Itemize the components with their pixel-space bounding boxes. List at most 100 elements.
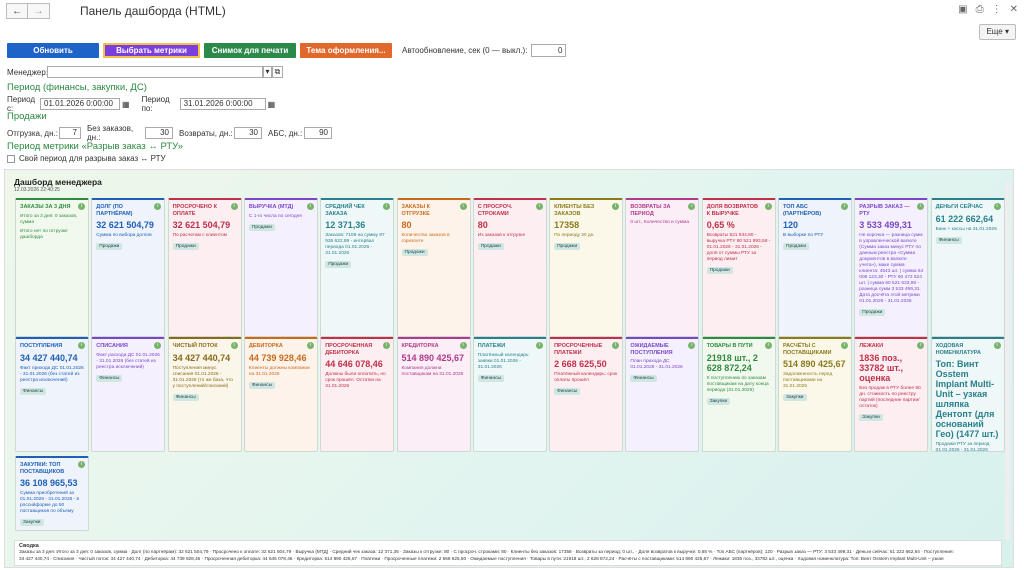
period-to-label: Период по: [141, 95, 170, 113]
info-icon[interactable]: i [459, 342, 467, 349]
metric-card[interactable]: i Просроченные платежи 2 668 625,50 Платёжн… [549, 337, 624, 452]
card-tag: Финансы [172, 393, 199, 401]
summary-line: 34 427 440,74 · Списания · Чистый поток:… [19, 555, 944, 561]
returns-input[interactable]: 30 [234, 127, 262, 139]
metric-card[interactable]: i Заказы за 3 дня Итого за 3 дня: 0 заказо… [15, 198, 89, 337]
metric-card[interactable]: i Выручка (МТД) С 1-го числа по сегодня Про… [243, 198, 318, 337]
info-icon[interactable]: i [459, 203, 467, 210]
card-value: 80 [401, 220, 412, 230]
info-icon[interactable]: i [841, 342, 848, 349]
metric-card[interactable]: i Просрочено к оплате 32 621 504,79 По расч… [167, 198, 242, 337]
metric-card[interactable]: i Доля возвратов к выручке 0,65 % Возвраты … [701, 198, 776, 337]
metric-card[interactable]: i Расчёты с поставщиками 514 890 425,67 Зад… [778, 337, 852, 452]
metric-card[interactable]: i Просроченная дебиторка 44 646 078,46 Долж… [320, 337, 395, 452]
card-desc: Продажи РТУ за период 01.01.2026 - 31.01… [935, 442, 990, 452]
metric-card[interactable]: i Закупки: топ поставщиков 36 108 965,53 Су… [15, 456, 89, 531]
card-title: Возвраты за период [630, 204, 671, 217]
metric-card[interactable]: i Средний чек заказа 12 371,36 Заказов: 710… [320, 198, 395, 337]
close-icon[interactable]: ✕ [1010, 4, 1018, 15]
back-button[interactable]: ← [6, 3, 28, 19]
info-icon[interactable]: i [764, 203, 772, 210]
info-icon[interactable]: i [993, 203, 1001, 210]
theme-button[interactable]: Тема оформления... [300, 43, 392, 58]
select-metrics-button[interactable]: Выбрать метрики [103, 43, 200, 58]
metric-card[interactable]: i Дебиторка 44 739 928,46 Клиенты должны ко… [243, 337, 318, 452]
info-icon[interactable]: i [306, 203, 314, 210]
card-title: Лежаки [859, 343, 884, 349]
card-title: Долг (по партнёрам) [96, 204, 133, 217]
info-icon[interactable]: i [78, 203, 85, 210]
info-icon[interactable]: i [230, 203, 238, 210]
snapshot-button[interactable]: Снимок для печати [204, 43, 296, 58]
card-value: 61 222 662,64 [935, 213, 994, 224]
abc-input[interactable]: 90 [304, 127, 332, 139]
card-desc: К поступлению по заказам поставщикам на … [706, 375, 769, 393]
card-desc: Компания должна поставщикам на 31.01.202… [401, 365, 464, 377]
card-desc: Платёжный календарь: заявки 01.01.2026 -… [477, 352, 530, 370]
shipment-input[interactable]: 7 [59, 127, 81, 139]
save-icon[interactable]: ▣ [958, 4, 967, 15]
metric-card[interactable]: i Поступления 34 427 440,74 Факт прихода ДС… [15, 337, 89, 452]
metric-card[interactable]: i Клиенты без заказов 17358 По периоду 30 д… [549, 198, 624, 337]
card-title: Товары в пути [706, 343, 753, 349]
info-icon[interactable]: i [306, 342, 314, 349]
arrow-right-icon: → [33, 5, 44, 17]
card-tag: Продажи [477, 243, 504, 250]
calendar-icon[interactable]: ▦ [268, 100, 276, 109]
metric-card[interactable]: i Ожидаемые поступления План прихода ДС 01… [625, 337, 700, 452]
period-to-input[interactable]: 31.01.2026 0:00:00 [179, 98, 266, 110]
metric-card[interactable]: i Возвраты за период 0 шт., Количество и с… [625, 198, 700, 337]
card-value: 0,65 % [706, 220, 735, 230]
info-icon[interactable]: i [230, 342, 238, 349]
card-desc: Итого за 3 дня: 0 заказов, сумма [20, 213, 78, 225]
manager-input[interactable] [47, 66, 263, 78]
more-vertical-icon[interactable]: ⋮ [992, 4, 1002, 15]
card-desc: С 1-го числа по сегодня [248, 213, 302, 219]
metric-card[interactable]: i Кредиторка 514 890 425,67 Компания должна… [396, 337, 471, 452]
info-icon[interactable]: i [764, 342, 772, 349]
card-title: Просрочено к оплате [172, 204, 217, 217]
card-value: 34 427 440,74 [20, 352, 78, 363]
card-title: Заказы к отгрузке [401, 204, 430, 217]
metric-card[interactable]: i Лежаки 1836 поз., 33782 шт., оценка Без п… [854, 337, 929, 452]
info-icon[interactable]: i [78, 342, 85, 349]
info-icon[interactable]: i [535, 342, 543, 349]
scrollbar[interactable] [1005, 180, 1010, 540]
info-icon[interactable]: i [841, 203, 848, 210]
window-icons: ▣ ⎙ ⋮ ✕ [958, 4, 1018, 15]
info-icon[interactable]: i [78, 461, 85, 468]
card-title: Списания [96, 343, 128, 349]
metric-card[interactable]: i Ходовая номенклатура Топ: Винт Osstem Im… [930, 337, 1005, 452]
card-desc: Из заказов к отгрузке [477, 233, 526, 238]
info-icon[interactable]: i [535, 203, 543, 210]
autoupdate-input[interactable]: 0 [531, 44, 567, 57]
gap-heading: Период метрики «Разрыв заказ ↔ РТУ» [7, 141, 184, 152]
metric-card[interactable]: i Заказы к отгрузке 80 Количество заказов в… [396, 198, 471, 337]
checkbox[interactable] [7, 154, 15, 163]
info-icon[interactable]: i [993, 342, 1001, 349]
manager-open[interactable]: ⧉ [272, 66, 283, 78]
metric-card[interactable]: i С просроч. строками 80 Из заказов к отгру… [472, 198, 547, 337]
manager-label: Менеджер: [7, 67, 49, 77]
metric-card[interactable]: i Разрыв заказ — РТУ 3 533 499,31 Не корочк… [854, 198, 929, 337]
metric-card[interactable]: i Списания Факт расхода ДС 01.01.2026 - 31… [91, 337, 166, 452]
open-icon: ⧉ [274, 67, 281, 76]
summary-line: Заказы за 3 дня: Итого за 3 дня: 0 заказ… [19, 549, 954, 554]
metric-card[interactable]: i Чистый поток 34 427 440,74 Поступления ми… [167, 337, 242, 452]
refresh-button[interactable]: Обновить [7, 43, 99, 58]
metric-card[interactable]: i Товары в пути 21918 шт., 2 628 872,24 К п… [701, 337, 776, 452]
more-menu-button[interactable]: Еще ▾ [979, 24, 1016, 40]
metric-card[interactable]: i Деньги сейчас 61 222 662,64 Банк + кассы … [930, 198, 1005, 337]
title-bar: ← → Панель дашборда (HTML) ▣ ⎙ ⋮ ✕ [0, 0, 1024, 22]
noorders-input[interactable]: 30 [145, 127, 173, 139]
metric-card[interactable]: i Платежи Платёжный календарь: заявки 01.0… [472, 337, 547, 452]
metric-card[interactable]: i Долг (по партнёрам) 32 621 504,79 Сумма п… [91, 198, 166, 337]
card-value: 514 890 425,67 [401, 352, 465, 363]
print-icon[interactable]: ⎙ [976, 4, 984, 15]
period-from-input[interactable]: 01.01.2026 0:00:00 [40, 98, 120, 110]
card-tag: Продажи [96, 243, 123, 250]
manager-dropdown[interactable]: ▾ [263, 66, 272, 78]
forward-button[interactable]: → [28, 3, 50, 19]
metric-card[interactable]: i Топ АБС (партнёров) 120 В выборке по РТУ П… [778, 198, 852, 337]
calendar-icon[interactable]: ▦ [122, 100, 130, 109]
